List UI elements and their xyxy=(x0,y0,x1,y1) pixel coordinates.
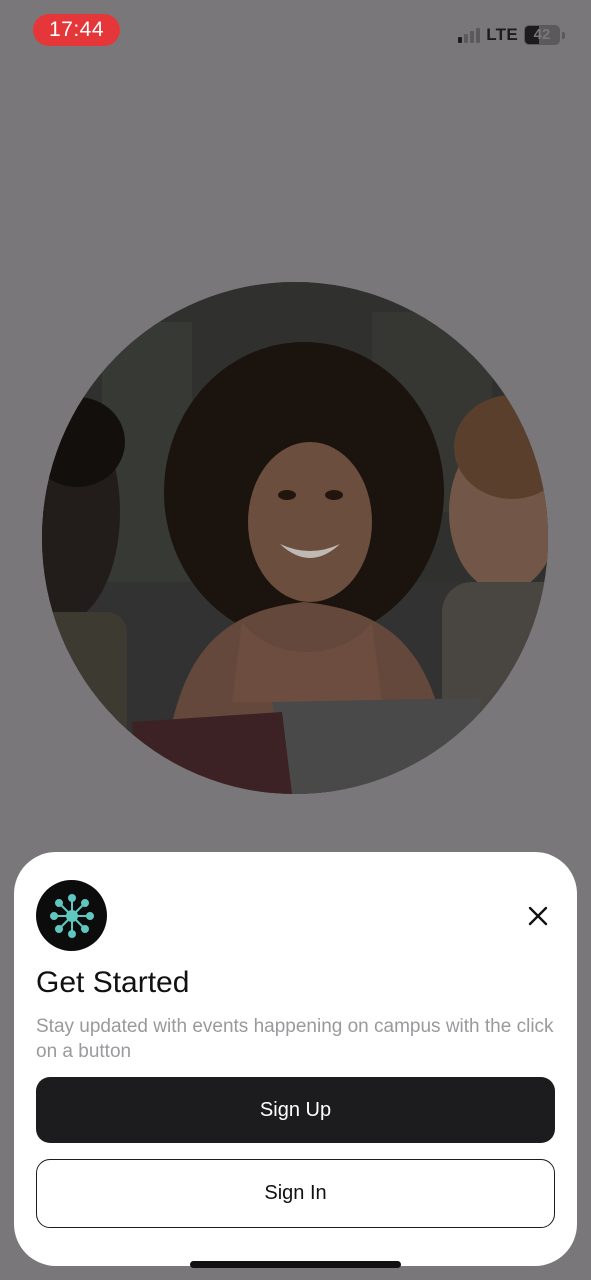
battery-percent: 42 xyxy=(533,26,551,43)
sheet-title: Get Started xyxy=(36,966,190,999)
signal-bar xyxy=(476,28,481,43)
app-logo xyxy=(36,880,107,951)
battery-icon: 42 xyxy=(524,25,560,45)
status-time: 17:44 xyxy=(33,14,120,46)
network-hub-icon xyxy=(49,893,94,938)
sheet-subtitle: Stay updated with events happening on ca… xyxy=(36,1016,554,1062)
network-type: LTE xyxy=(486,25,518,44)
signal-bar xyxy=(458,37,463,43)
hero-photo xyxy=(42,282,548,794)
signal-bar xyxy=(470,31,475,43)
students-photo-illustration xyxy=(42,282,548,794)
battery-cap xyxy=(562,31,565,39)
close-button[interactable] xyxy=(518,896,558,936)
cellular-signal-icon xyxy=(458,27,481,43)
status-bar: 17:44 LTE 42 xyxy=(0,0,591,60)
home-indicator[interactable] xyxy=(190,1261,401,1268)
sign-in-button[interactable]: Sign In xyxy=(36,1159,555,1228)
get-started-sheet: Get Started Stay updated with events hap… xyxy=(14,852,577,1266)
close-icon xyxy=(528,906,548,926)
sign-up-button[interactable]: Sign Up xyxy=(36,1077,555,1143)
signal-bar xyxy=(464,34,469,43)
status-indicators: LTE 42 xyxy=(458,24,565,46)
